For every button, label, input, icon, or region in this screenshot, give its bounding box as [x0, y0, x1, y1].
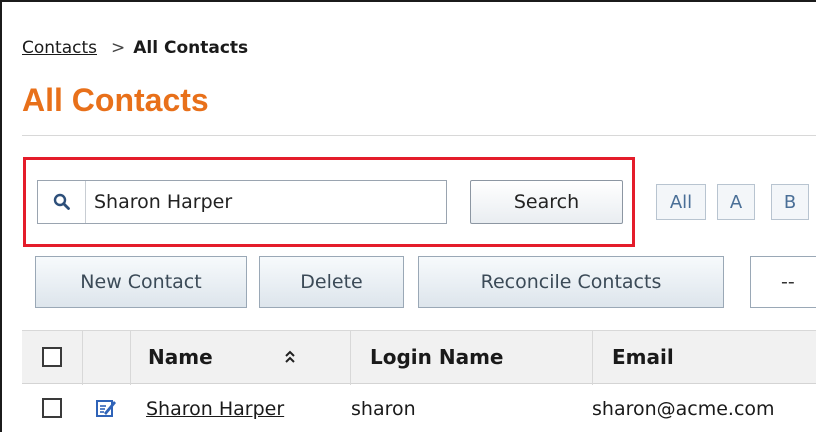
page-title: All Contacts [22, 82, 209, 118]
row-checkbox[interactable] [42, 398, 62, 418]
alpha-filter-a[interactable]: A [717, 184, 755, 220]
search-input[interactable] [86, 181, 444, 223]
new-contact-button[interactable]: New Contact [35, 256, 247, 308]
column-divider [130, 331, 131, 385]
breadcrumb-contacts-link[interactable]: Contacts [22, 38, 97, 58]
breadcrumb-current: All Contacts [133, 38, 249, 58]
search-button[interactable]: Search [470, 180, 623, 224]
contact-login: sharon [351, 398, 416, 420]
alpha-filter-b[interactable]: B [771, 184, 809, 220]
delete-button[interactable]: Delete [259, 256, 404, 308]
alpha-filter-all[interactable]: All [656, 184, 706, 220]
reconcile-contacts-button[interactable]: Reconcile Contacts [418, 256, 724, 308]
action-select[interactable]: -- [750, 256, 816, 308]
column-divider [592, 331, 593, 385]
column-header-login-name[interactable]: Login Name [370, 345, 504, 369]
breadcrumb: Contacts > All Contacts [22, 38, 248, 58]
sort-icon[interactable] [284, 349, 296, 369]
title-divider [22, 135, 816, 136]
column-header-name[interactable]: Name [148, 345, 213, 369]
column-divider [350, 331, 351, 385]
table-row: Sharon Harper sharon sharon@acme.com [22, 384, 816, 432]
breadcrumb-separator: > [111, 38, 126, 58]
column-divider [82, 331, 83, 385]
contact-email: sharon@acme.com [592, 398, 775, 420]
edit-icon[interactable] [95, 397, 117, 423]
search-icon [38, 181, 86, 223]
select-all-checkbox[interactable] [42, 347, 62, 367]
table-header: Name Login Name Email [22, 330, 816, 385]
search-field[interactable] [37, 180, 447, 224]
contact-name-link[interactable]: Sharon Harper [146, 398, 284, 420]
column-header-email[interactable]: Email [612, 345, 674, 369]
